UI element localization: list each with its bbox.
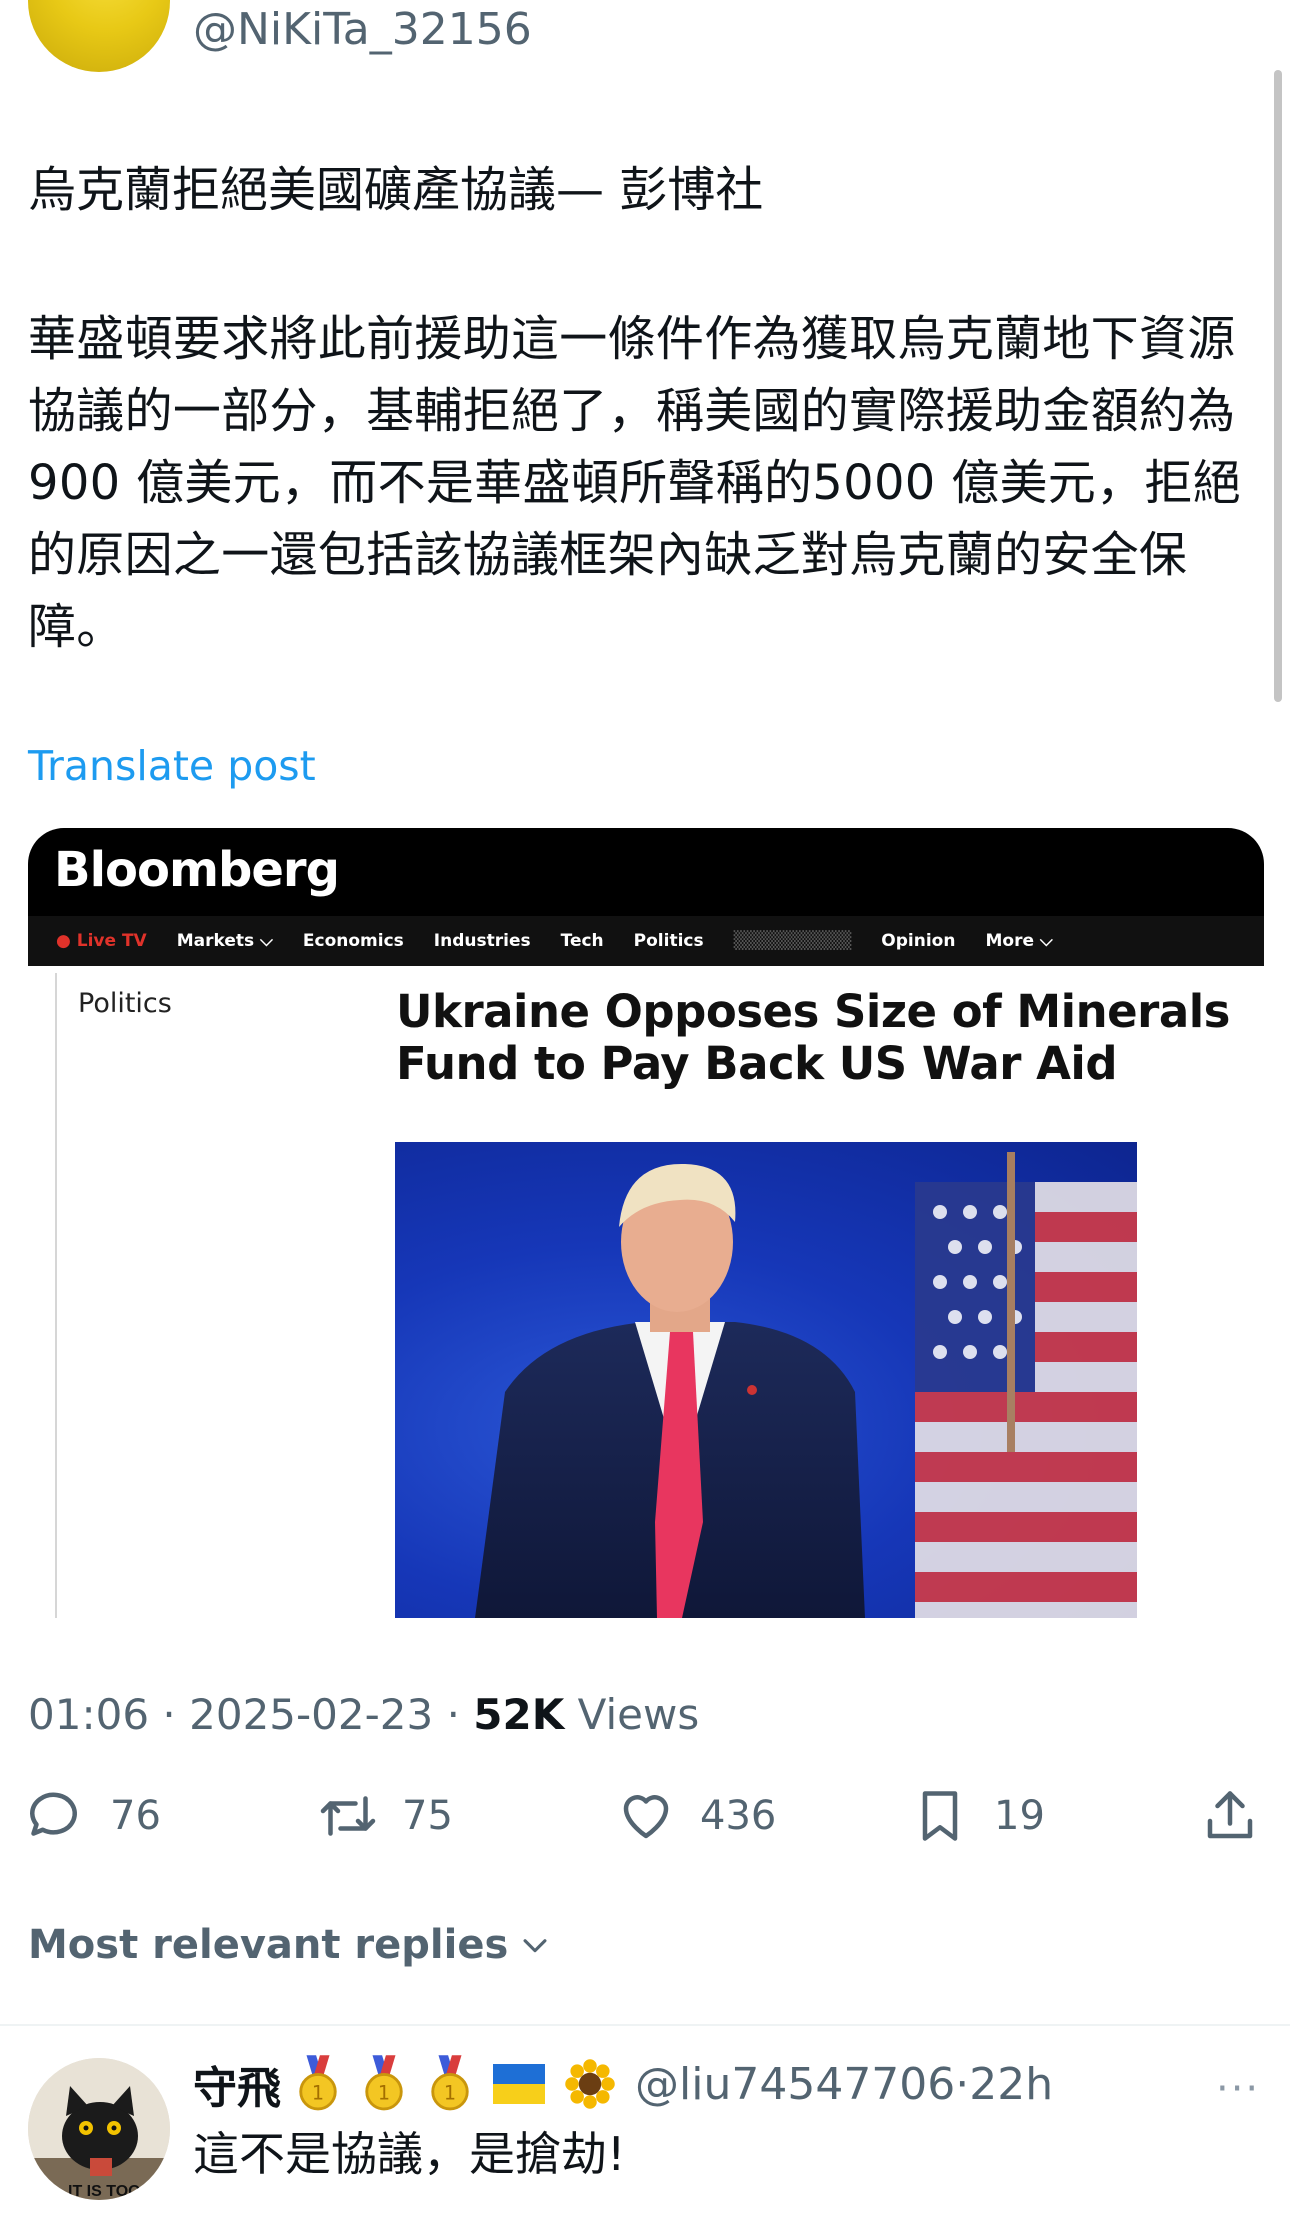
author-avatar[interactable] — [28, 0, 170, 72]
article-headline: Ukraine Opposes Size of Minerals Fund to… — [396, 985, 1230, 1090]
nav-tech: Tech — [560, 931, 604, 951]
nav-politics: Politics — [633, 931, 704, 951]
post-date[interactable]: 2025-02-23 — [189, 1690, 433, 1739]
bloomberg-logo: Bloomberg — [54, 842, 340, 898]
cat-avatar-image: IT IS TOO — [28, 2058, 170, 2200]
nav-industries: Industries — [433, 931, 531, 951]
share-action[interactable] — [1200, 1786, 1260, 1846]
article-photo — [395, 1142, 1137, 1618]
bookmark-action[interactable]: 19 — [910, 1786, 1045, 1846]
reply-icon — [30, 1792, 77, 1836]
meta-separator-2: · — [446, 1690, 460, 1739]
bookmark-icon — [922, 1791, 958, 1841]
replies-filter[interactable]: Most relevant replies — [28, 1922, 552, 1968]
nav-markets: Markets ⌵ — [176, 931, 273, 951]
bookmark-count: 19 — [994, 1793, 1045, 1839]
nav-blurred: ▒▒▒▒▒▒▒▒▒ — [733, 931, 852, 951]
nav-opinion: Opinion — [881, 931, 956, 951]
chevron-down-icon — [523, 1939, 547, 1953]
post-body: 華盛頓要求將此前援助這一條件作為獲取烏克蘭地下資源協議的一部分，基輔拒絕了，稱美… — [28, 311, 1241, 655]
svg-text:1: 1 — [378, 2081, 390, 2104]
share-icon — [1207, 1791, 1253, 1839]
repost-icon — [320, 1796, 376, 1836]
action-bar: 76 75 436 19 — [0, 1786, 1290, 1862]
svg-text:1: 1 — [312, 2081, 324, 2104]
views-count: 52K — [473, 1690, 565, 1739]
post-title: 烏克蘭拒絕美國礦產協議— 彭博社 — [28, 162, 764, 218]
heart-icon — [623, 1795, 669, 1839]
reply-separator: · — [955, 2058, 970, 2110]
author-handle[interactable]: @NiKiTa_32156 — [193, 4, 532, 55]
reply-avatar[interactable]: IT IS TOO — [28, 2058, 170, 2200]
post-meta: 01:06 · 2025-02-23 · 52K Views — [28, 1690, 699, 1739]
like-action[interactable]: 436 — [616, 1786, 776, 1846]
bloomberg-nav: ● Live TV Markets ⌵ Economics Industries… — [28, 916, 1264, 966]
replies-filter-label: Most relevant replies — [28, 1922, 509, 1968]
repost-count: 75 — [402, 1793, 453, 1839]
reply-display-name[interactable]: 守飛 — [193, 2052, 281, 2116]
bloomberg-header: Bloomberg — [28, 828, 1264, 916]
medal-icon-3: 1 — [431, 2055, 469, 2111]
nav-economics: Economics — [302, 931, 404, 951]
reply-header: 守飛 1 1 1 @liu74547706 · 22h — [193, 2052, 1053, 2116]
scrollbar[interactable] — [1274, 70, 1282, 702]
like-count: 436 — [700, 1793, 777, 1839]
bloomberg-divider — [55, 973, 57, 1618]
nav-more: More ⌵ — [985, 931, 1053, 951]
photo-illustration — [475, 1152, 1137, 1618]
translate-post-link[interactable]: Translate post — [28, 742, 316, 790]
reply-text: 這不是協議，是搶劫! — [193, 2127, 626, 2181]
reply-handle[interactable]: @liu74547706 — [635, 2059, 955, 2110]
medal-icon: 1 — [299, 2055, 337, 2111]
views-label: Views — [577, 1690, 700, 1739]
reply-more-button[interactable]: ··· — [1216, 2066, 1260, 2112]
divider — [0, 2024, 1290, 2026]
nav-live-tv: ● Live TV — [56, 931, 147, 951]
ukraine-flag-icon — [493, 2064, 545, 2104]
avatar-caption: IT IS TOO — [68, 2183, 141, 2200]
meta-separator: · — [162, 1690, 176, 1739]
repost-action[interactable]: 75 — [318, 1786, 453, 1846]
reply-action[interactable]: 76 — [26, 1786, 161, 1846]
embedded-image[interactable]: Bloomberg ● Live TV Markets ⌵ Economics … — [28, 828, 1264, 1618]
reply-count: 76 — [110, 1793, 161, 1839]
medal-icon-2: 1 — [365, 2055, 403, 2111]
reply-age[interactable]: 22h — [969, 2059, 1053, 2110]
post-time[interactable]: 01:06 — [28, 1690, 149, 1739]
article-section: Politics — [78, 988, 172, 1019]
sunflower-icon — [565, 2059, 615, 2109]
svg-text:1: 1 — [444, 2081, 456, 2104]
